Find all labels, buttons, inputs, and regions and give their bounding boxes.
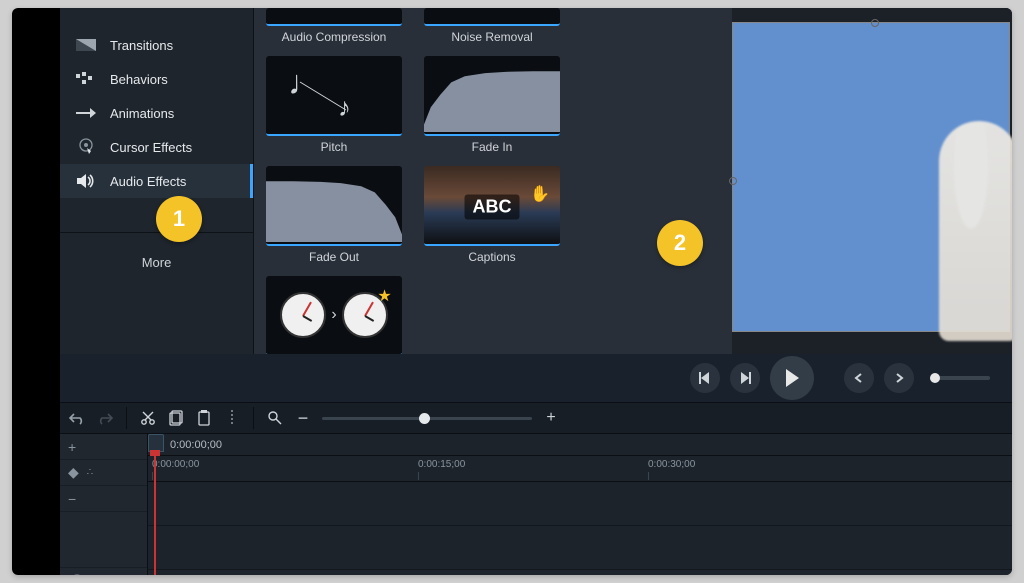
clock-icon: ★	[342, 292, 388, 338]
sidebar-item-label: Audio Effects	[110, 174, 186, 189]
effect-label: Noise Removal	[451, 30, 532, 44]
track-header-column: + ◆∴ − 👁	[60, 434, 148, 575]
audio-icon	[76, 173, 96, 189]
remove-track-button[interactable]: −	[60, 486, 147, 512]
track-1[interactable]	[148, 482, 1012, 526]
effects-row-3: › ★	[266, 276, 720, 356]
preview-panel	[732, 8, 1012, 402]
preview-scale-slider[interactable]	[930, 376, 990, 380]
letterbox-left	[12, 8, 60, 575]
effect-fade-out[interactable]: Fade Out	[266, 166, 402, 264]
marker-row[interactable]: ◆∴	[60, 460, 147, 486]
paste-button[interactable]	[195, 409, 213, 427]
redo-button[interactable]	[96, 409, 114, 427]
sidebar-item-transitions[interactable]: Transitions	[60, 28, 253, 62]
undo-button[interactable]	[68, 409, 86, 427]
callout-badge-2: 2	[657, 220, 703, 266]
effect-thumb: › ★	[266, 276, 402, 356]
effect-thumb	[266, 166, 402, 246]
time-ruler[interactable]: 0:00:00;00 0:00:15;00 0:00:30;00	[148, 456, 1012, 482]
sidebar-more[interactable]: More	[60, 232, 253, 292]
track-visibility-button[interactable]: 👁	[60, 568, 147, 575]
waveform-icon	[424, 70, 560, 132]
sidebar-item-label: Behaviors	[110, 72, 168, 87]
behaviors-icon	[76, 71, 96, 87]
effects-row-2: Fade Out ABC ✋ Captions	[266, 166, 720, 264]
split-button[interactable]	[223, 409, 241, 427]
effect-clip-speed[interactable]: › ★	[266, 276, 402, 356]
sidebar-item-behaviors[interactable]: Behaviors	[60, 62, 253, 96]
copy-button[interactable]	[167, 409, 185, 427]
zoom-slider[interactable]	[322, 417, 532, 420]
video-subject	[939, 121, 1012, 341]
effects-panel: Audio Compression Noise Removal ♩ ♪ Pitc…	[254, 8, 732, 402]
timeline-zoom: − +	[266, 409, 560, 427]
timeline-toolbar: − +	[60, 402, 1012, 434]
zoom-out-button[interactable]: −	[294, 409, 312, 427]
tools-sidebar: Transitions Behaviors Animations Cursor …	[60, 8, 254, 402]
effect-label: Captions	[468, 250, 515, 264]
sidebar-item-label: Transitions	[110, 38, 173, 53]
upper-workspace: Transitions Behaviors Animations Cursor …	[60, 8, 1012, 402]
effect-audio-compression[interactable]: Audio Compression	[266, 8, 402, 44]
timeline-tracks[interactable]: 0:00:00;00 0:00:00;00 0:00:15;00 0:00:30…	[148, 434, 1012, 575]
eye-icon: 👁	[68, 572, 86, 575]
playback-controls	[60, 354, 1012, 402]
effect-thumb	[424, 56, 560, 136]
effect-thumb: ABC ✋	[424, 166, 560, 246]
clock-icon	[280, 292, 326, 338]
effect-thumb	[424, 8, 560, 26]
preview-canvas[interactable]	[732, 22, 1010, 332]
effect-pitch[interactable]: ♩ ♪ Pitch	[266, 56, 402, 154]
sidebar-item-cursor-effects[interactable]: Cursor Effects	[60, 130, 253, 164]
animations-icon	[76, 105, 96, 121]
effect-noise-removal[interactable]: Noise Removal	[424, 8, 560, 44]
tutorial-frame: Transitions Behaviors Animations Cursor …	[12, 8, 1012, 575]
add-track-button[interactable]: +	[60, 434, 147, 460]
star-icon: ★	[377, 286, 391, 306]
track-controls[interactable]	[60, 512, 147, 568]
transitions-icon	[76, 37, 96, 53]
effect-label: Pitch	[321, 140, 348, 154]
chevron-right-icon: ›	[331, 306, 336, 324]
settings-dots-icon: ∴	[87, 467, 93, 478]
video-editor-app: Transitions Behaviors Animations Cursor …	[60, 8, 1012, 575]
effects-row-cut: Audio Compression Noise Removal	[266, 8, 720, 44]
minus-icon: −	[68, 491, 76, 507]
sidebar-item-label: Animations	[110, 106, 174, 121]
sidebar-item-label: Cursor Effects	[110, 140, 192, 155]
effect-thumb	[266, 8, 402, 26]
grab-cursor-icon: ✋	[530, 184, 550, 204]
caption-sample-text: ABC	[465, 194, 520, 219]
effect-label: Audio Compression	[282, 30, 387, 44]
waveform-icon	[266, 180, 402, 242]
cut-button[interactable]	[139, 409, 157, 427]
track-2[interactable]	[148, 526, 1012, 570]
zoom-in-button[interactable]: +	[542, 409, 560, 427]
timeline: + ◆∴ − 👁 0:00:00;00 0:00:00;00 0:00:15;0…	[60, 434, 1012, 575]
playhead-time: 0:00:00;00	[148, 434, 1012, 456]
effect-captions[interactable]: ABC ✋ Captions	[424, 166, 560, 264]
magnify-icon	[266, 409, 284, 427]
effect-label: Fade Out	[309, 250, 359, 264]
ruler-tick: 0:00:00;00	[152, 459, 199, 470]
plus-icon: +	[68, 439, 76, 455]
effect-thumb: ♩ ♪	[266, 56, 402, 136]
sidebar-item-audio-effects[interactable]: Audio Effects	[60, 164, 253, 198]
ruler-tick: 0:00:15;00	[418, 459, 465, 470]
callout-badge-1: 1	[156, 196, 202, 242]
ruler-tick: 0:00:30;00	[648, 459, 695, 470]
play-button[interactable]	[770, 356, 814, 400]
step-forward-button[interactable]	[730, 363, 760, 393]
effect-fade-in[interactable]: Fade In	[424, 56, 560, 154]
sidebar-item-animations[interactable]: Animations	[60, 96, 253, 130]
cursor-icon	[76, 139, 96, 155]
next-button[interactable]	[884, 363, 914, 393]
marker-icon: ◆	[68, 464, 79, 481]
step-back-button[interactable]	[690, 363, 720, 393]
effect-label: Fade In	[472, 140, 513, 154]
playhead[interactable]	[154, 434, 156, 575]
prev-button[interactable]	[844, 363, 874, 393]
effects-row-1: ♩ ♪ Pitch Fade In	[266, 56, 720, 154]
